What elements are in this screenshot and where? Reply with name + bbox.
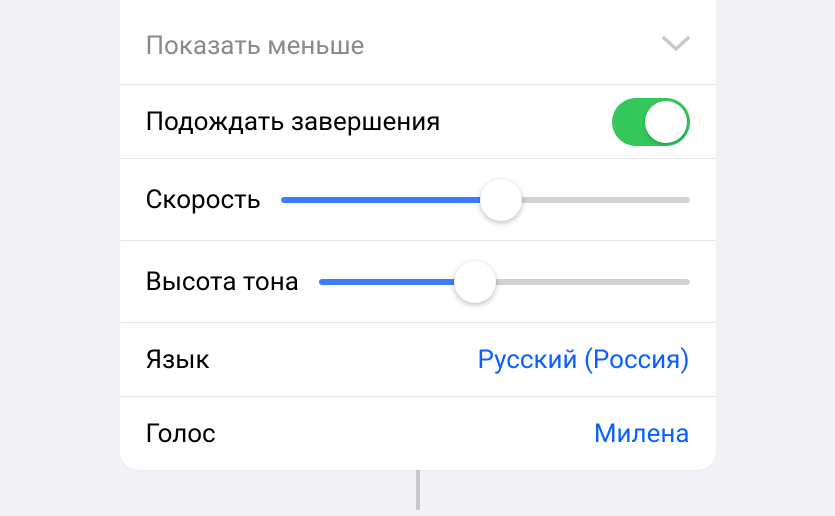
pitch-slider-fill [319, 279, 475, 285]
workflow-connector [416, 470, 420, 510]
speed-row: Скорость [120, 158, 716, 240]
speed-slider[interactable] [281, 197, 690, 203]
show-less-row[interactable]: Показать меньше [120, 0, 716, 84]
chevron-down-icon [662, 35, 690, 57]
voice-label: Голос [146, 419, 216, 449]
wait-completion-toggle[interactable] [612, 98, 690, 146]
wait-completion-label: Подождать завершения [146, 107, 441, 137]
pitch-slider[interactable] [319, 279, 690, 285]
language-label: Язык [146, 345, 210, 375]
language-row[interactable]: Язык Русский (Россия) [120, 322, 716, 396]
settings-card: Показать меньше Подождать завершения Ско… [120, 0, 716, 470]
language-value: Русский (Россия) [478, 345, 690, 375]
pitch-row: Высота тона [120, 240, 716, 322]
show-less-label: Показать меньше [146, 31, 365, 61]
speed-label: Скорость [146, 185, 281, 215]
toggle-knob [645, 101, 687, 143]
wait-completion-row: Подождать завершения [120, 84, 716, 158]
voice-value: Милена [594, 419, 690, 449]
speed-slider-fill [281, 197, 502, 203]
pitch-slider-thumb[interactable] [454, 261, 496, 303]
speed-slider-thumb[interactable] [480, 179, 522, 221]
voice-row[interactable]: Голос Милена [120, 396, 716, 470]
pitch-label: Высота тона [146, 267, 319, 297]
